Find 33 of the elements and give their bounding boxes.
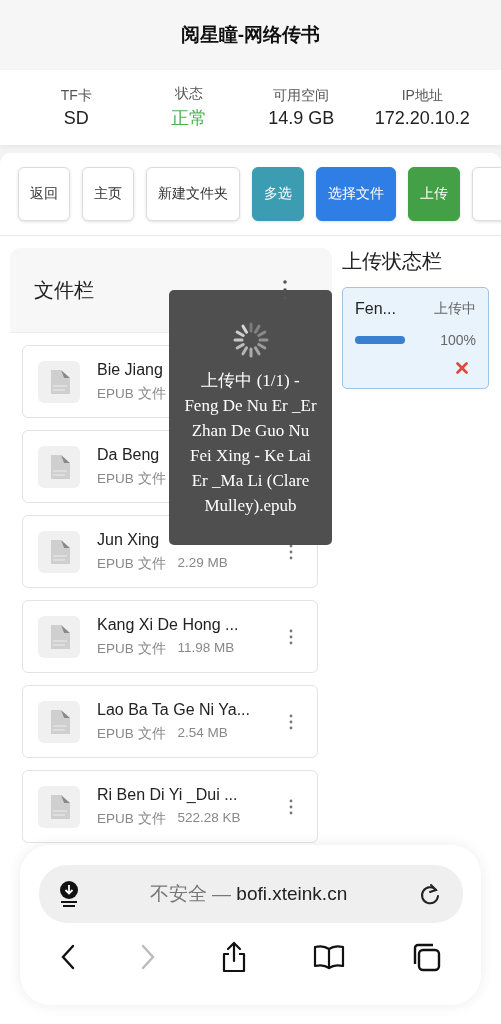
info-label: IP地址: [401, 86, 443, 105]
file-type: EPUB 文件: [97, 469, 166, 488]
info-value: SD: [63, 107, 89, 129]
file-type: EPUB 文件: [97, 724, 166, 743]
panel-title: 上传状态栏: [342, 249, 443, 274]
upload-percent: 100%: [440, 332, 476, 348]
file-type: EPUB 文件: [97, 639, 166, 658]
info-value: 14.9 GB: [268, 107, 335, 129]
file-name: Bie Jiang: [97, 360, 163, 379]
file-size: 2.29 MB: [177, 554, 228, 572]
file-type: EPUB 文件: [97, 554, 166, 573]
info-value: 172.20.10.2: [374, 107, 470, 129]
url-text: bofi.xteink.cn: [236, 883, 348, 904]
info-label: TF卡: [60, 86, 92, 105]
toast-message: 上传中 (1/1) - Feng De Nu Er _Er Zhan De Guo Nu Fei Xing - Ke Lai Er _Ma Li (Clare Mulley).epub: [184, 370, 317, 517]
info-label: 状态: [174, 85, 203, 103]
upload-status: 上传中: [434, 300, 476, 318]
panel-title: 文件栏: [34, 277, 94, 303]
info-label: 可用空间: [273, 86, 330, 105]
file-type: EPUB 文件: [97, 384, 166, 403]
file-type: EPUB 文件: [97, 809, 166, 828]
file-size: 522.28 KB: [177, 809, 241, 827]
file-size: 11.98 MB: [177, 639, 235, 657]
file-name: Da Beng: [97, 445, 160, 464]
file-size: 2.54 MB: [177, 724, 228, 742]
file-name: Jun Xing: [97, 530, 160, 549]
info-value: 正常: [170, 107, 207, 130]
page-title: 阅星瞳-网络传书: [180, 23, 321, 47]
file-name: Ri Ben Di Yi _Dui ...: [97, 785, 238, 804]
security-label: 不安全 —: [149, 883, 232, 904]
upload-file-name: Fen...: [355, 300, 396, 318]
file-name: Kang Xi De Hong ...: [97, 615, 239, 634]
file-name: Lao Ba Ta Ge Ni Ya...: [97, 700, 250, 719]
